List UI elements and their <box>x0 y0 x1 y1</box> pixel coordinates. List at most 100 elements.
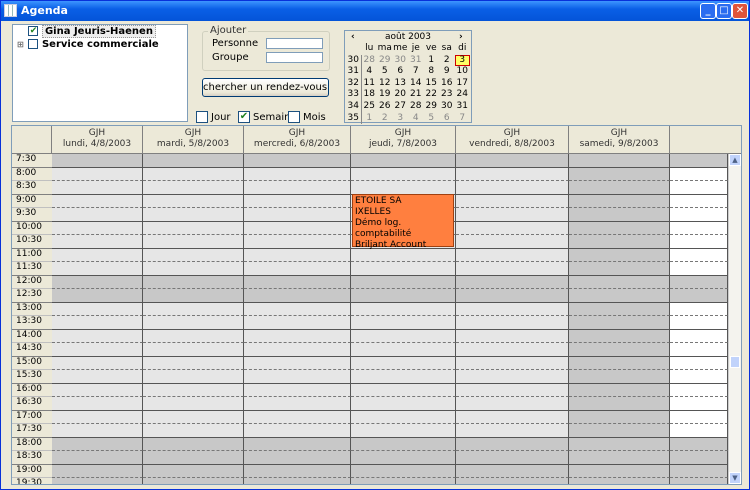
checkbox-box[interactable]: ✔ <box>238 111 250 123</box>
time-slot[interactable] <box>143 167 244 181</box>
calendar-day[interactable]: 13 <box>393 78 409 90</box>
time-slot[interactable] <box>456 464 569 478</box>
time-slot[interactable] <box>569 343 670 357</box>
time-slot[interactable] <box>244 167 351 181</box>
calendar-day[interactable]: 4 <box>362 66 378 78</box>
time-slot[interactable] <box>244 478 351 484</box>
time-slot[interactable] <box>670 437 728 451</box>
calendar-day[interactable]: 24 <box>455 89 471 101</box>
time-slot[interactable] <box>52 316 143 330</box>
time-slot[interactable] <box>456 356 569 370</box>
time-slot[interactable] <box>456 208 569 222</box>
time-slot[interactable] <box>456 235 569 249</box>
calendar-day[interactable]: 12 <box>377 78 393 90</box>
time-slot[interactable] <box>244 235 351 249</box>
time-slot[interactable] <box>143 410 244 424</box>
time-slot[interactable] <box>52 356 143 370</box>
time-slot[interactable] <box>569 289 670 303</box>
time-slot[interactable] <box>456 370 569 384</box>
time-slot[interactable] <box>52 262 143 276</box>
time-slot[interactable] <box>456 289 569 303</box>
time-slot[interactable] <box>244 221 351 235</box>
calendar-day[interactable]: 6 <box>393 66 409 78</box>
view-month-checkbox[interactable]: Mois <box>288 111 326 123</box>
time-slot[interactable] <box>670 208 728 222</box>
time-slot[interactable] <box>670 343 728 357</box>
time-slot[interactable] <box>569 451 670 465</box>
time-slot[interactable] <box>569 478 670 484</box>
tree-checkbox-gina[interactable]: ✔ <box>28 26 39 36</box>
time-slot[interactable] <box>52 343 143 357</box>
time-slot[interactable] <box>569 208 670 222</box>
time-slot[interactable] <box>569 424 670 438</box>
calendar-day[interactable]: 17 <box>455 78 471 90</box>
time-slot[interactable] <box>670 154 728 168</box>
time-slot[interactable] <box>143 464 244 478</box>
time-slot[interactable] <box>351 181 456 195</box>
time-slot[interactable] <box>456 275 569 289</box>
time-slot[interactable] <box>143 329 244 343</box>
time-slot[interactable] <box>244 154 351 168</box>
time-slot[interactable] <box>569 397 670 411</box>
expand-icon[interactable]: ⊞ <box>17 40 25 49</box>
calendar-day[interactable]: 29 <box>424 101 440 113</box>
time-slot[interactable] <box>670 451 728 465</box>
time-slot[interactable] <box>569 154 670 168</box>
time-slot[interactable] <box>670 383 728 397</box>
time-slot[interactable] <box>52 451 143 465</box>
time-slot[interactable] <box>351 397 456 411</box>
time-slot[interactable] <box>670 464 728 478</box>
time-slot[interactable] <box>244 275 351 289</box>
time-slot[interactable] <box>52 464 143 478</box>
time-slot[interactable] <box>456 329 569 343</box>
time-slot[interactable] <box>143 154 244 168</box>
time-slot[interactable] <box>244 194 351 208</box>
time-slot[interactable] <box>456 221 569 235</box>
time-slot[interactable] <box>143 424 244 438</box>
time-slot[interactable] <box>670 181 728 195</box>
time-slot[interactable] <box>569 248 670 262</box>
time-slot[interactable] <box>670 235 728 249</box>
time-slot[interactable] <box>143 181 244 195</box>
time-slot[interactable] <box>670 316 728 330</box>
time-slot[interactable] <box>52 194 143 208</box>
time-slot[interactable] <box>351 451 456 465</box>
time-slot[interactable] <box>569 410 670 424</box>
day-column-header[interactable]: GJH vendredi, 8/8/2003 <box>456 126 569 154</box>
time-slot[interactable] <box>52 329 143 343</box>
time-slot[interactable] <box>670 397 728 411</box>
calendar-day[interactable]: 2 <box>377 113 393 125</box>
time-slot[interactable] <box>670 221 728 235</box>
time-slot[interactable] <box>670 410 728 424</box>
calendar-day[interactable]: 18 <box>362 89 378 101</box>
calendar-day[interactable]: 20 <box>393 89 409 101</box>
time-slot[interactable] <box>244 208 351 222</box>
time-slot[interactable] <box>351 167 456 181</box>
tree-item-service[interactable]: ⊞ Service commerciale <box>17 39 159 52</box>
day-column-header[interactable]: GJH lundi, 4/8/2003 <box>52 126 143 154</box>
time-slot[interactable] <box>456 154 569 168</box>
time-slot[interactable] <box>143 262 244 276</box>
calendar-day[interactable]: 28 <box>362 55 378 67</box>
time-slot[interactable] <box>351 464 456 478</box>
time-slot[interactable] <box>670 356 728 370</box>
time-slot[interactable] <box>351 275 456 289</box>
time-slot[interactable] <box>143 343 244 357</box>
close-button[interactable]: ✕ <box>732 3 748 19</box>
time-slot[interactable] <box>244 329 351 343</box>
checkbox-box[interactable] <box>196 111 208 123</box>
time-slot[interactable] <box>52 478 143 484</box>
time-slot[interactable] <box>456 424 569 438</box>
time-slot[interactable] <box>351 343 456 357</box>
time-slot[interactable] <box>244 356 351 370</box>
calendar-day[interactable]: 15 <box>424 78 440 90</box>
calendar-day[interactable]: 16 <box>439 78 455 90</box>
time-slot[interactable] <box>143 194 244 208</box>
time-slot[interactable] <box>244 262 351 276</box>
time-slot[interactable] <box>52 208 143 222</box>
time-slot[interactable] <box>569 356 670 370</box>
tree-item-gina[interactable]: ✔ Gina Jeuris-Haenen <box>17 25 156 39</box>
calendar-day[interactable]: 11 <box>362 78 378 90</box>
time-slot[interactable] <box>670 424 728 438</box>
time-slot[interactable] <box>456 262 569 276</box>
